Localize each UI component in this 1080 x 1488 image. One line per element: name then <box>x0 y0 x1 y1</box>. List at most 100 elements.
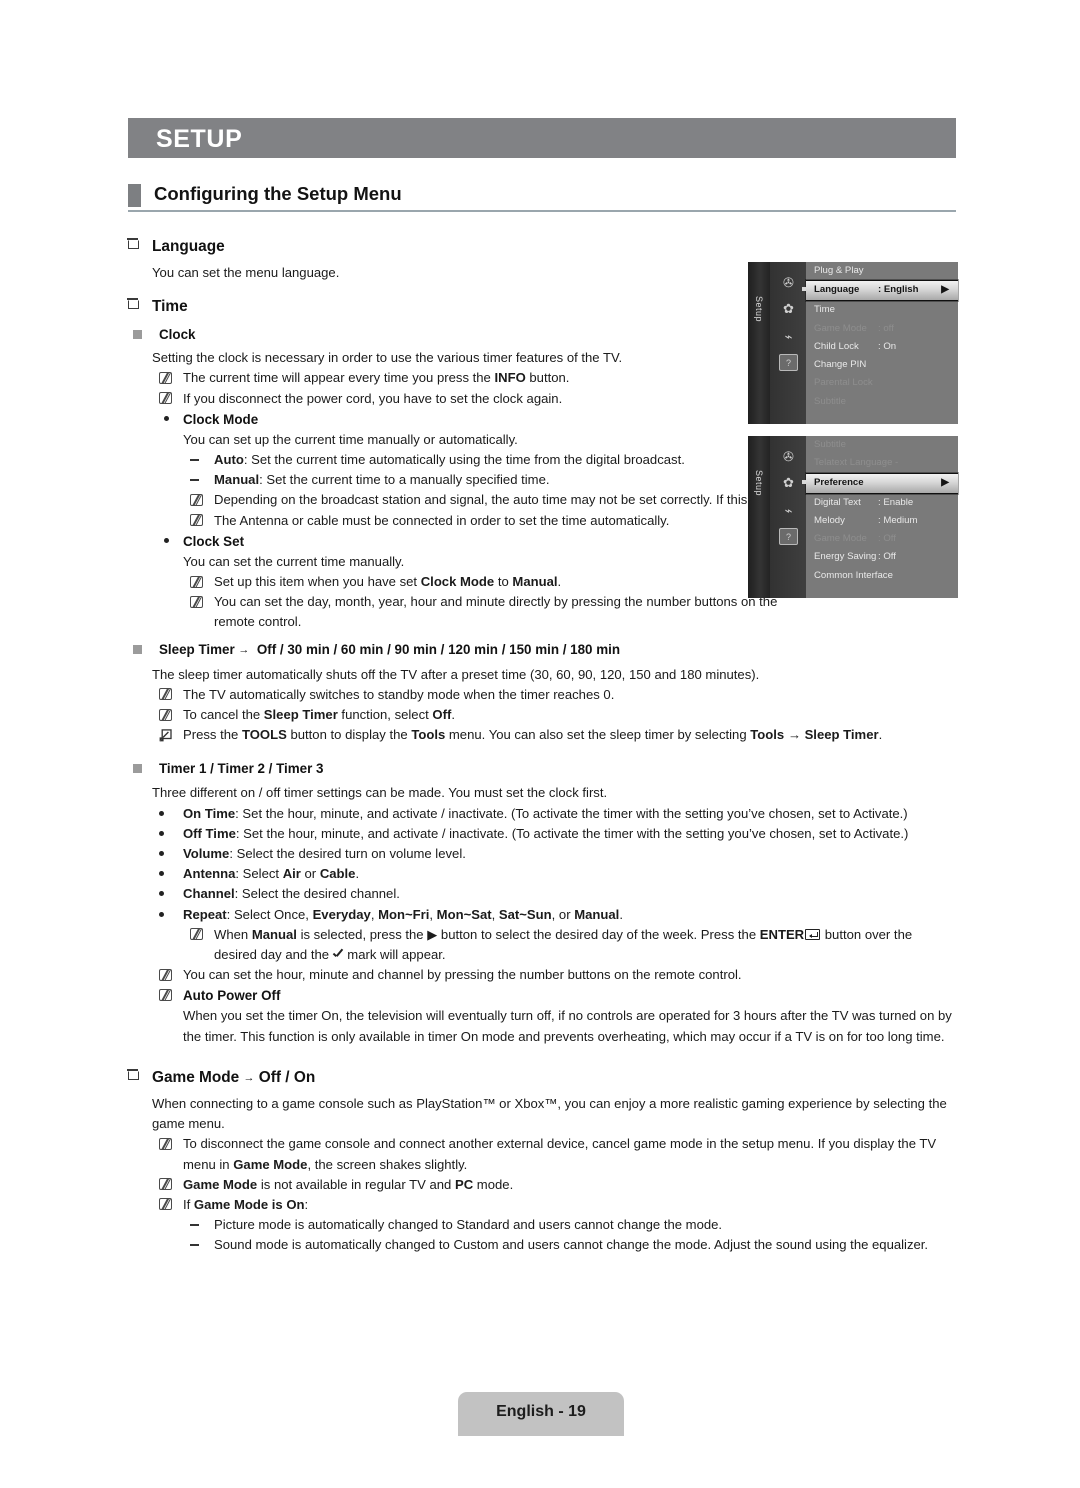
tv-osd-menu-2: Setup ✇ ✿ ⌁ ? Subtitle Telatext Language… <box>748 436 958 598</box>
tv-osd-menu-1: Setup ✇ ✿ ⌁ ? Plug & Play Language : Eng… <box>748 262 958 424</box>
heading-sleep-timer-label: Sleep Timer → Off / 30 min / 60 min / 90… <box>159 641 621 657</box>
note-icon <box>159 988 172 1001</box>
note-sleep-timer-tools: Press the TOOLS button to display the To… <box>128 725 956 745</box>
osd-item-digital-text[interactable]: Digital Text : Enable <box>806 494 958 512</box>
osd-item-subtitle[interactable]: Subtitle <box>806 436 958 454</box>
osd-item-label: Subtitle <box>814 439 846 450</box>
volume-text: Volume: Select the desired turn on volum… <box>183 846 466 862</box>
osd-item-preference[interactable]: Preference ▶ <box>802 472 958 494</box>
support-help-icon[interactable]: ? <box>779 354 798 371</box>
chevron-right-icon: ▶ <box>941 284 949 296</box>
game-mode-desc-text: When connecting to a game console such a… <box>152 1095 947 1132</box>
note-clock-set-2-text: You can set the day, month, year, hour a… <box>214 594 778 630</box>
osd-item-child-lock[interactable]: Child Lock : On <box>806 338 958 356</box>
osd-item-common-interface[interactable]: Common Interface <box>806 567 958 585</box>
sleep-timer-desc-text: The sleep timer automatically shuts off … <box>152 666 760 682</box>
dot-bullet-icon <box>159 871 164 877</box>
channel-text: Channel: Select the desired channel. <box>183 886 400 902</box>
dot-bullet-icon <box>159 891 164 897</box>
osd-item-change-pin[interactable]: Change PIN <box>806 356 958 374</box>
heading-sleep-timer: Sleep Timer → Off / 30 min / 60 min / 90… <box>128 639 956 661</box>
square-bullet-icon <box>133 764 142 774</box>
heading-game-mode-label: Game Mode → Off / On <box>152 1068 316 1086</box>
input-plug-icon[interactable]: ⌁ <box>779 328 798 345</box>
game-mode-sub-1-text: Picture mode is automatically changed to… <box>214 1217 723 1233</box>
checkbox-bullet-icon <box>127 238 139 249</box>
support-help-icon[interactable]: ? <box>779 528 798 545</box>
osd-item-energy-saving[interactable]: Energy Saving : Off <box>806 548 958 566</box>
osd-item-melody[interactable]: Melody : Medium <box>806 512 958 530</box>
osd-item-label: Energy Saving <box>814 551 877 563</box>
text-sleep-timer-desc: The sleep timer automatically shuts off … <box>128 665 956 685</box>
square-bullet-icon <box>133 330 142 340</box>
dot-bullet-icon <box>159 851 164 857</box>
osd-item-label: Common Interface <box>814 569 893 581</box>
osd-rail-1: Setup <box>748 262 770 424</box>
checkbox-bullet-icon <box>127 298 139 310</box>
tools-icon <box>159 728 172 742</box>
osd-item-label: Digital Text <box>814 496 861 508</box>
osd-item-label: Plug & Play <box>814 265 864 276</box>
osd-item-time[interactable]: Time <box>806 301 958 319</box>
section-marker-icon <box>128 184 141 207</box>
item-game-mode-sub-1: Picture mode is automatically changed to… <box>128 1215 956 1235</box>
osd-item-label: Change PIN <box>814 359 867 371</box>
input-plug-icon[interactable]: ⌁ <box>779 502 798 519</box>
note-timers-number: You can set the hour, minute and channel… <box>128 965 956 985</box>
item-off-time: Off Time: Set the hour, minute, and acti… <box>128 824 956 844</box>
osd-item-teletext-language[interactable]: Telatext Language : - - - <box>806 454 958 472</box>
off-time-text: Off Time: Set the hour, minute, and acti… <box>183 825 909 841</box>
section-divider <box>128 210 956 212</box>
note-game-mode-1: To disconnect the game console and conne… <box>128 1134 956 1174</box>
note-icon <box>159 1198 172 1211</box>
osd-item-label: Child Lock <box>814 340 859 352</box>
manual-page: SETUP Configuring the Setup Menu Languag… <box>0 0 1080 1488</box>
note-icon <box>159 968 172 981</box>
item-volume: Volume: Select the desired turn on volum… <box>128 844 956 864</box>
antenna-text: Antenna: Select Air or Cable. <box>183 866 360 882</box>
osd-item-label: Subtitle <box>814 395 846 407</box>
picture-icon[interactable]: ✇ <box>779 448 798 465</box>
osd-item-game-mode[interactable]: Game Mode : Off <box>806 530 958 548</box>
heading-timers: Timer 1 / Timer 2 / Timer 3 <box>128 758 956 779</box>
note-sleep-timer-tools-text: Press the TOOLS button to display the To… <box>183 727 883 743</box>
osd-item-value: : Enable <box>878 496 914 508</box>
osd-item-parental-lock[interactable]: Parental Lock <box>806 374 958 392</box>
osd-icon-column-2: ✇ ✿ ⌁ ? <box>770 436 806 598</box>
dot-bullet-icon <box>159 810 164 816</box>
osd-item-plug-and-play[interactable]: Plug & Play <box>806 262 958 280</box>
auto-power-off-desc-text: When you set the timer On, the televisio… <box>183 1008 952 1044</box>
checkbox-bullet-icon <box>127 1068 139 1080</box>
square-bullet-icon <box>133 644 142 654</box>
note-sleep-timer-2-text: To cancel the Sleep Timer function, sele… <box>183 707 455 723</box>
note-icon <box>159 708 172 721</box>
osd-item-subtitle[interactable]: Subtitle <box>806 393 958 411</box>
osd-item-list-1: Plug & Play Language : English ▶ Time Ga… <box>802 262 958 424</box>
dot-bullet-icon <box>164 537 169 543</box>
note-sleep-timer-1-text: The TV automatically switches to standby… <box>183 686 615 702</box>
dash-bullet-icon <box>190 1224 199 1226</box>
osd-selection-nub-icon <box>802 479 806 484</box>
note-repeat-manual: When Manual is selected, press the ▶ but… <box>128 925 956 965</box>
item-on-time: On Time: Set the hour, minute, and activ… <box>128 804 956 824</box>
chevron-right-icon: ▶ <box>941 476 949 488</box>
note-clock-set-2: You can set the day, month, year, hour a… <box>128 592 814 632</box>
osd-item-game-mode[interactable]: Game Mode : off <box>806 320 958 338</box>
osd-item-language[interactable]: Language : English ▶ <box>802 280 958 302</box>
section-title: Configuring the Setup Menu <box>154 183 402 204</box>
picture-icon[interactable]: ✇ <box>779 274 798 291</box>
osd-rail-label: Setup <box>754 469 764 497</box>
gear-icon[interactable]: ✿ <box>779 300 798 317</box>
note-game-mode-1-text: To disconnect the game console and conne… <box>183 1136 937 1172</box>
game-mode-sub-2-text: Sound mode is automatically changed to C… <box>214 1237 929 1253</box>
note-icon <box>190 595 203 608</box>
note-sleep-timer-2: To cancel the Sleep Timer function, sele… <box>128 705 956 725</box>
heading-language-label: Language <box>152 238 225 255</box>
heading-language: Language <box>127 236 956 258</box>
note-icon <box>159 1137 172 1150</box>
osd-item-value: : off <box>878 322 894 334</box>
dot-bullet-icon <box>159 911 164 917</box>
gear-icon[interactable]: ✿ <box>779 474 798 491</box>
heading-auto-power-off: Auto Power Off <box>128 985 956 1006</box>
osd-item-value: : English <box>878 284 919 296</box>
